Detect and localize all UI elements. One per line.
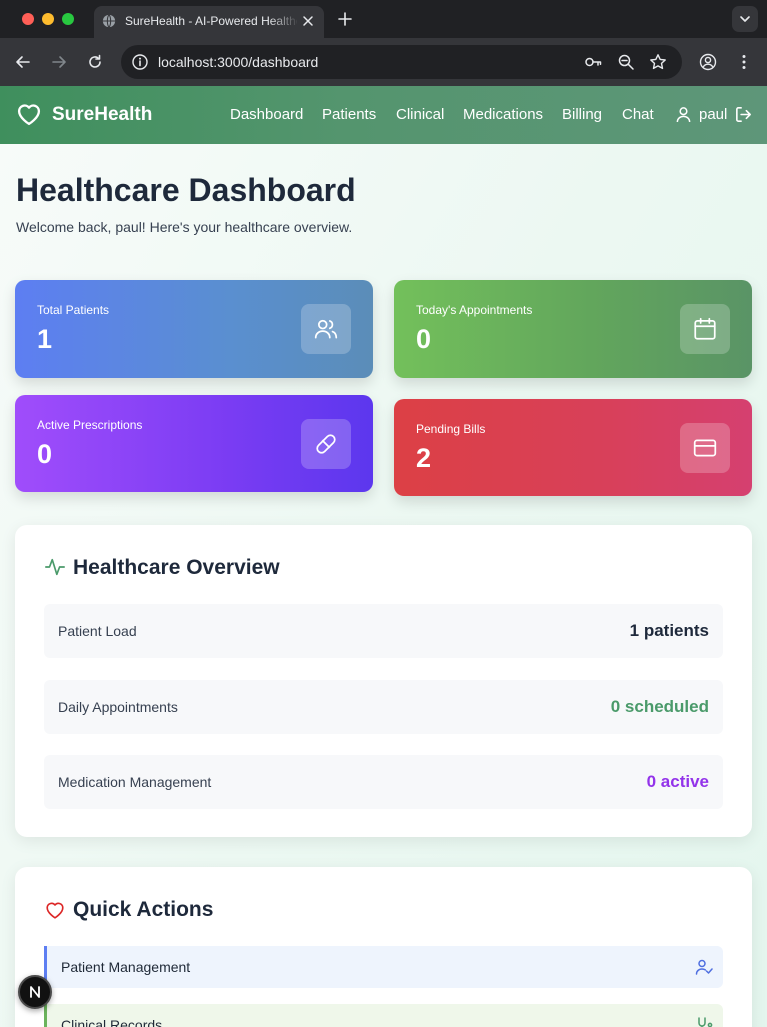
address-bar[interactable]: localhost:3000/dashboard: [121, 45, 682, 79]
window-minimize-button[interactable]: [42, 13, 54, 25]
stat-value: 1: [37, 324, 53, 354]
stat-value: 0: [416, 324, 432, 354]
window-close-button[interactable]: [22, 13, 34, 25]
heart-logo-icon[interactable]: [15, 100, 43, 128]
overview-value: 1 patients: [629, 621, 709, 640]
globe-icon: [102, 14, 116, 28]
pill-icon: [316, 434, 336, 454]
stat-icon-box: [301, 304, 351, 354]
quick-action-patient-management[interactable]: Patient Management: [44, 946, 723, 988]
stat-label: Active Prescriptions: [37, 418, 143, 432]
overview-label: Daily Appointments: [58, 699, 178, 715]
close-icon[interactable]: [301, 14, 315, 28]
nav-billing[interactable]: Billing: [562, 106, 602, 123]
reload-icon[interactable]: [86, 53, 104, 71]
overview-label: Patient Load: [58, 623, 137, 639]
quick-action-label: Clinical Records: [61, 1017, 163, 1027]
user-icon: [676, 107, 691, 123]
nav-patients[interactable]: Patients: [322, 106, 376, 123]
stat-card-pending-bills[interactable]: Pending Bills 2: [394, 399, 752, 496]
nav-medications[interactable]: Medications: [463, 106, 543, 123]
browser-tab-bar: SureHealth - AI-Powered Healthcare: [0, 0, 767, 38]
stat-icon-box: [680, 423, 730, 473]
heart-icon: [46, 902, 64, 919]
overview-value: 0 scheduled: [610, 697, 709, 716]
credit-card-icon: [693, 439, 717, 457]
app-header: SureHealth Dashboard Patients Clinical M…: [0, 86, 767, 144]
chevron-down-icon: [740, 16, 750, 22]
overview-value: 0 active: [646, 772, 709, 791]
calendar-icon: [694, 317, 716, 340]
nav-dashboard[interactable]: Dashboard: [230, 106, 303, 123]
activity-icon: [45, 558, 65, 576]
stat-label: Today's Appointments: [416, 303, 533, 317]
stat-card-total-patients[interactable]: Total Patients 1: [15, 280, 373, 378]
main-content: Healthcare Dashboard Welcome back, paul!…: [0, 144, 767, 1027]
stethoscope-icon: [698, 1017, 713, 1027]
stat-label: Pending Bills: [416, 422, 486, 436]
zoom-icon[interactable]: [617, 53, 635, 71]
stat-card-active-prescriptions[interactable]: Active Prescriptions 0: [15, 395, 373, 492]
brand-name[interactable]: SureHealth: [52, 104, 152, 126]
stat-card-todays-appointments[interactable]: Today's Appointments 0: [394, 280, 752, 378]
nextjs-dev-badge[interactable]: [18, 975, 52, 1009]
quick-action-clinical-records[interactable]: Clinical Records: [44, 1004, 723, 1027]
browser-toolbar: localhost:3000/dashboard: [0, 38, 767, 86]
card-title: Healthcare Overview: [73, 556, 280, 579]
user-check-icon: [695, 959, 713, 975]
more-icon[interactable]: [735, 53, 753, 71]
quick-action-label: Patient Management: [61, 959, 191, 975]
overview-row-daily-appointments: Daily Appointments 0 scheduled: [44, 680, 723, 734]
overview-row-patient-load: Patient Load 1 patients: [44, 604, 723, 658]
page-title: Healthcare Dashboard: [16, 172, 356, 208]
plus-icon[interactable]: [337, 11, 353, 27]
stat-label: Total Patients: [37, 303, 110, 317]
browser-tab[interactable]: SureHealth - AI-Powered Healthcare: [94, 6, 324, 38]
card-title: Quick Actions: [73, 898, 214, 921]
logout-icon[interactable]: [734, 105, 753, 124]
stat-icon-box: [680, 304, 730, 354]
key-icon[interactable]: [584, 53, 602, 71]
users-icon: [314, 319, 338, 339]
page-subtitle: Welcome back, paul! Here's your healthca…: [16, 219, 353, 235]
profile-icon[interactable]: [699, 53, 717, 71]
healthcare-overview-card: Healthcare Overview Patient Load 1 patie…: [15, 525, 752, 837]
overview-label: Medication Management: [58, 774, 212, 790]
nav-clinical[interactable]: Clinical: [396, 106, 444, 123]
window-maximize-button[interactable]: [62, 13, 74, 25]
nav-chat[interactable]: Chat: [622, 106, 654, 123]
stat-value: 2: [416, 443, 432, 473]
overview-row-medication-management: Medication Management 0 active: [44, 755, 723, 809]
stat-value: 0: [37, 439, 53, 469]
nextjs-logo-icon: [30, 986, 40, 998]
quick-actions-card: Quick Actions Patient Management Clinica…: [15, 867, 752, 1027]
stat-icon-box: [301, 419, 351, 469]
star-icon[interactable]: [649, 53, 667, 71]
forward-icon[interactable]: [50, 53, 68, 71]
url-text: localhost:3000/dashboard: [158, 54, 319, 70]
tab-title-fade: [269, 12, 299, 32]
site-info-icon[interactable]: [131, 53, 149, 71]
back-icon[interactable]: [14, 53, 32, 71]
user-name: paul: [699, 106, 728, 123]
tab-search-button[interactable]: [732, 6, 758, 32]
